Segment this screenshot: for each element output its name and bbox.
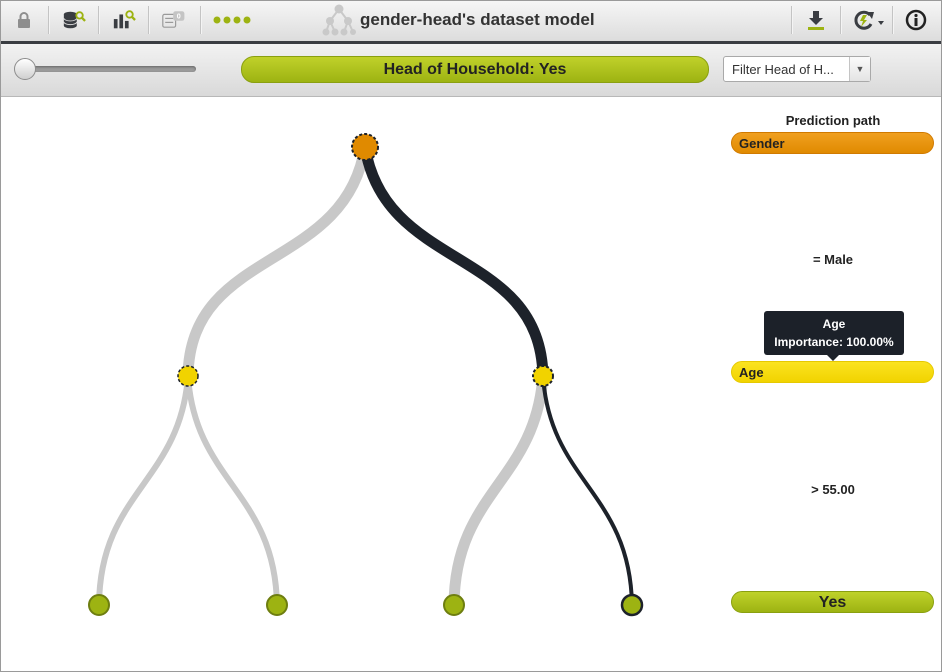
tooltip-title: Age bbox=[822, 317, 846, 331]
branch-left-leaf1 bbox=[96, 373, 191, 608]
prediction-banner: Head of Household: Yes bbox=[241, 56, 709, 83]
path-condition: > 55.00 bbox=[811, 482, 855, 497]
path-field-age[interactable]: Age bbox=[731, 361, 934, 383]
model-search-icon[interactable] bbox=[112, 8, 136, 32]
split-node-right bbox=[532, 365, 554, 387]
prediction-path-right-leaf4 bbox=[541, 374, 634, 607]
lock-icon[interactable] bbox=[12, 8, 36, 32]
toolbar: 0 gender-head's dataset model bbox=[0, 0, 942, 44]
importance-tooltip: Age Importance: 100.00% bbox=[764, 311, 904, 361]
chevron-down-icon[interactable]: ▼ bbox=[849, 57, 870, 81]
tree-model-icon bbox=[322, 4, 356, 36]
leaf-node-1 bbox=[88, 594, 110, 616]
branch-right-leaf3 bbox=[448, 370, 549, 611]
filter-select-label: Filter Head of H... bbox=[732, 62, 834, 77]
root-node bbox=[351, 133, 379, 161]
page-title: gender-head's dataset model bbox=[360, 10, 595, 29]
leaf-node-selected bbox=[620, 593, 644, 617]
filter-count-badge: 0 bbox=[177, 11, 181, 20]
confidence-slider[interactable] bbox=[20, 66, 196, 72]
path-condition: = Male bbox=[812, 252, 854, 267]
filter-select[interactable]: Filter Head of H... ▼ bbox=[723, 56, 871, 82]
prediction-path-root-right bbox=[359, 141, 549, 382]
leaf-node-3 bbox=[443, 594, 465, 616]
branch-root-left bbox=[182, 141, 371, 382]
tooltip-text: Importance: 100.00% bbox=[774, 335, 894, 349]
prediction-path-panel: Prediction path Gender = Male Age Import… bbox=[730, 97, 936, 672]
dataset-search-icon[interactable] bbox=[62, 8, 86, 32]
filter-count-icon[interactable]: 0 bbox=[162, 8, 186, 32]
info-icon[interactable] bbox=[904, 8, 928, 32]
refresh-icon[interactable] bbox=[852, 8, 886, 32]
leaf-node-2 bbox=[266, 594, 288, 616]
download-icon[interactable] bbox=[804, 8, 828, 32]
prediction-result: Yes bbox=[731, 591, 934, 613]
panel-title: Prediction path bbox=[785, 113, 881, 128]
decision-tree bbox=[88, 133, 644, 617]
more-dots-icon[interactable] bbox=[213, 8, 253, 32]
path-field-gender[interactable]: Gender bbox=[731, 132, 934, 154]
controls-bar: Head of Household: Yes Filter Head of H.… bbox=[0, 44, 942, 97]
slider-handle[interactable] bbox=[14, 58, 36, 80]
branch-left-leaf2 bbox=[185, 373, 280, 608]
split-node-left bbox=[177, 365, 199, 387]
